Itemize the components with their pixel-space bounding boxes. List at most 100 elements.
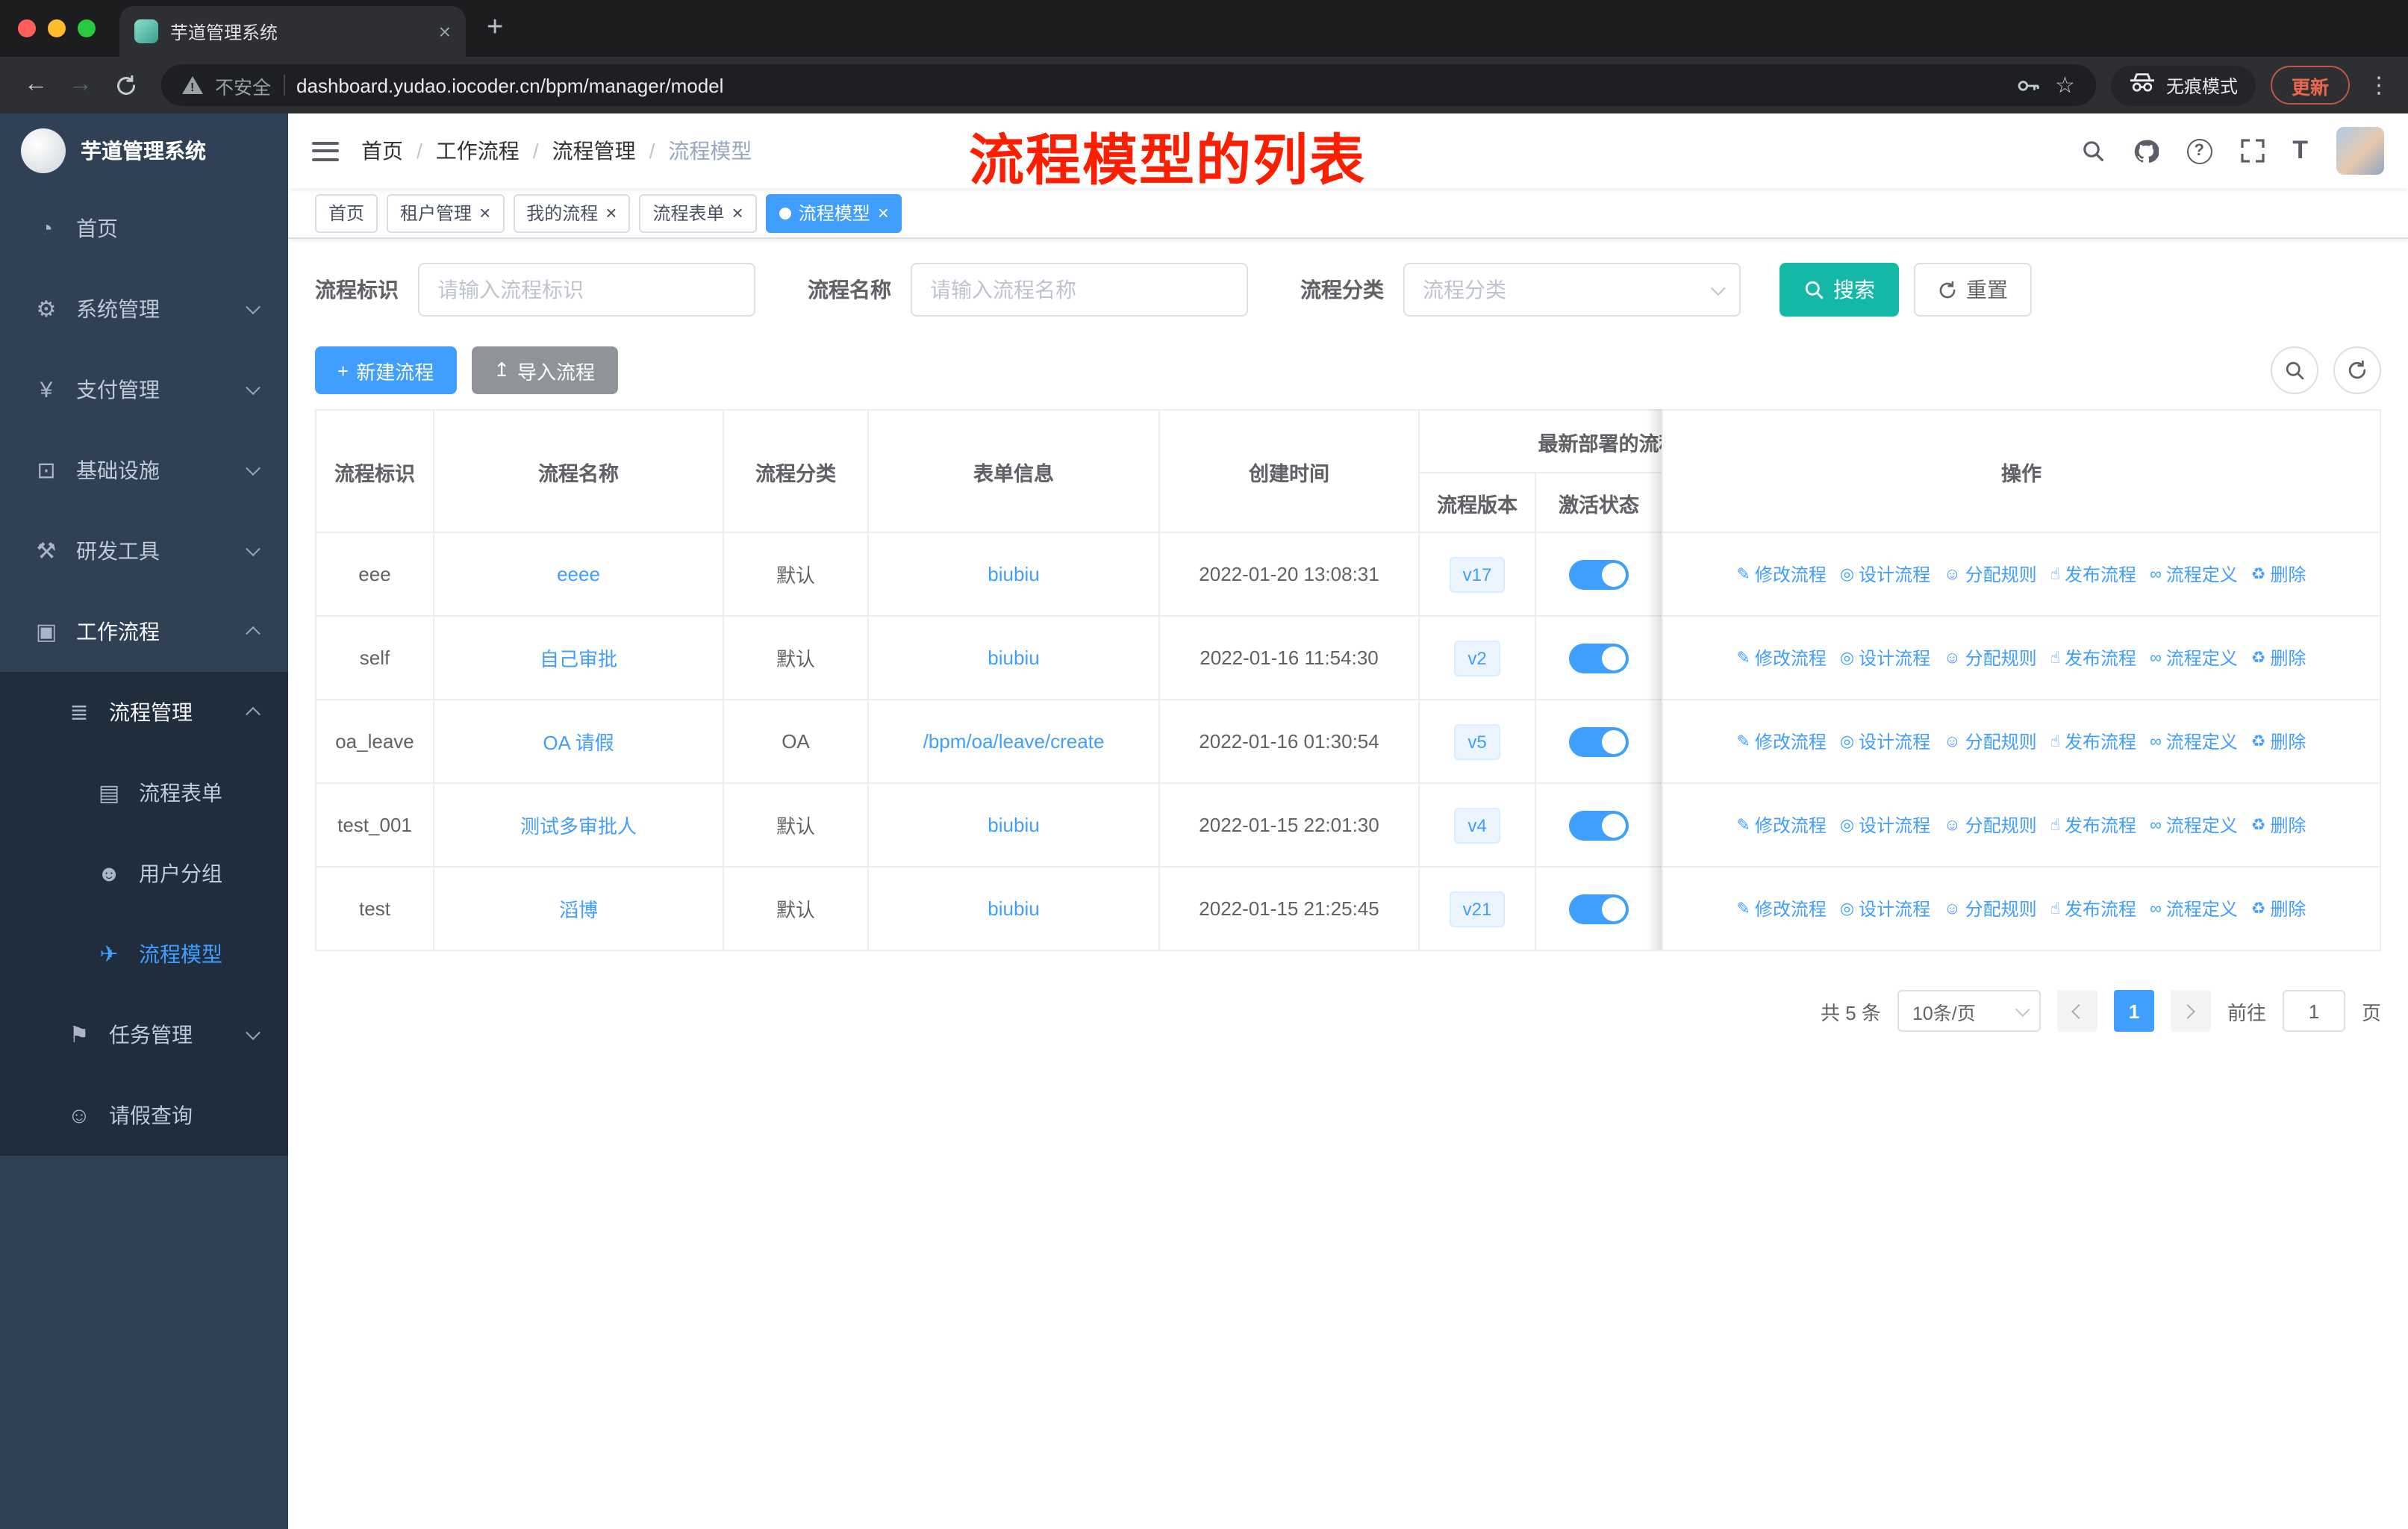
help-icon[interactable]: ? (2186, 138, 2212, 164)
form-link[interactable]: biubiu (988, 814, 1039, 836)
modify-process-link[interactable]: ✎ 修改流程 (1736, 645, 1826, 670)
design-process-link[interactable]: ◎ 设计流程 (1840, 729, 1930, 754)
form-link[interactable]: biubiu (988, 563, 1039, 585)
tag-close-icon[interactable]: × (878, 203, 889, 222)
new-tab-button[interactable]: + (487, 12, 503, 45)
update-button[interactable]: 更新 (2270, 66, 2350, 105)
assign-rule-link[interactable]: ☺ 分配规则 (1944, 812, 2037, 838)
sidebar-item-task-management[interactable]: ⚑ 任务管理 (0, 994, 288, 1075)
tag-流程表单[interactable]: 流程表单 × (639, 193, 757, 232)
breadcrumb-item[interactable]: 首页 (361, 136, 403, 166)
current-page[interactable]: 1 (2113, 990, 2154, 1032)
publish-process-link[interactable]: ☝ 发布流程 (2050, 896, 2136, 921)
process-definition-link[interactable]: ∞ 流程定义 (2150, 812, 2238, 838)
reset-button[interactable]: 重置 (1914, 263, 2032, 317)
github-icon[interactable] (2133, 138, 2159, 164)
close-window-button[interactable] (18, 19, 36, 37)
delete-link[interactable]: ♻ 删除 (2251, 812, 2306, 838)
active-toggle[interactable] (1569, 559, 1629, 589)
design-process-link[interactable]: ◎ 设计流程 (1840, 896, 1930, 921)
modify-process-link[interactable]: ✎ 修改流程 (1736, 729, 1826, 754)
search-icon[interactable] (2080, 139, 2104, 163)
modify-process-link[interactable]: ✎ 修改流程 (1736, 812, 1826, 838)
browser-tab[interactable]: 芋道管理系统 × (119, 6, 466, 57)
sidebar-item-process-management[interactable]: ≣ 流程管理 (0, 672, 288, 753)
assign-rule-link[interactable]: ☺ 分配规则 (1944, 896, 2037, 921)
fullscreen-icon[interactable] (2240, 139, 2264, 163)
sidebar-item-payment[interactable]: ¥ 支付管理 (0, 349, 288, 430)
process-name-link[interactable]: 滔博 (559, 899, 598, 921)
back-icon[interactable]: ← (15, 64, 57, 106)
font-size-icon[interactable]: T (2292, 136, 2308, 166)
design-process-link[interactable]: ◎ 设计流程 (1840, 561, 1930, 587)
breadcrumb-item[interactable]: 工作流程 (436, 136, 520, 166)
tab-close-icon[interactable]: × (439, 19, 451, 43)
modify-process-link[interactable]: ✎ 修改流程 (1736, 561, 1826, 587)
process-id-input[interactable] (418, 263, 755, 317)
assign-rule-link[interactable]: ☺ 分配规则 (1944, 561, 2037, 587)
create-process-button[interactable]: + 新建流程 (315, 346, 457, 394)
url-text[interactable]: dashboard.yudao.iocoder.cn/bpm/manager/m… (296, 74, 2003, 96)
assign-rule-link[interactable]: ☺ 分配规则 (1944, 645, 2037, 670)
tag-close-icon[interactable]: × (732, 203, 743, 222)
tag-租户管理[interactable]: 租户管理 × (387, 193, 505, 232)
sidebar-item-system[interactable]: ⚙ 系统管理 (0, 269, 288, 349)
tag-流程模型[interactable]: 流程模型 × (765, 193, 902, 232)
active-toggle[interactable] (1569, 726, 1629, 756)
process-name-link[interactable]: 自己审批 (540, 648, 617, 670)
fullscreen-window-button[interactable] (78, 19, 96, 37)
bookmark-star-icon[interactable]: ☆ (2055, 72, 2075, 99)
process-definition-link[interactable]: ∞ 流程定义 (2150, 896, 2238, 921)
sidebar-item-user-group[interactable]: ☻ 用户分组 (0, 833, 288, 914)
security-label[interactable]: 不安全 (215, 71, 271, 99)
process-name-input[interactable] (911, 263, 1248, 317)
form-link[interactable]: /bpm/oa/leave/create (923, 730, 1105, 753)
process-name-link[interactable]: OA 请假 (543, 732, 614, 754)
tag-我的流程[interactable]: 我的流程 × (513, 193, 631, 232)
refresh-button[interactable] (2333, 346, 2381, 394)
tag-首页[interactable]: 首页 (315, 193, 378, 232)
publish-process-link[interactable]: ☝ 发布流程 (2050, 729, 2136, 754)
hamburger-icon[interactable] (312, 141, 339, 161)
user-avatar[interactable] (2336, 127, 2384, 175)
sidebar-item-home[interactable]: ◔ 首页 (0, 188, 288, 269)
goto-page-input[interactable] (2282, 990, 2345, 1032)
publish-process-link[interactable]: ☝ 发布流程 (2050, 561, 2136, 587)
active-toggle[interactable] (1569, 810, 1629, 840)
assign-rule-link[interactable]: ☺ 分配规则 (1944, 729, 2037, 754)
form-link[interactable]: biubiu (988, 897, 1039, 920)
sidebar-item-workflow[interactable]: ▣ 工作流程 (0, 591, 288, 672)
sidebar-item-devtools[interactable]: ⚒ 研发工具 (0, 511, 288, 591)
active-toggle[interactable] (1569, 643, 1629, 673)
process-definition-link[interactable]: ∞ 流程定义 (2150, 645, 2238, 670)
process-name-link[interactable]: 测试多审批人 (520, 815, 637, 838)
active-toggle[interactable] (1569, 894, 1629, 924)
process-name-link[interactable]: eeee (557, 563, 600, 585)
sidebar-item-process-form[interactable]: ▤ 流程表单 (0, 753, 288, 833)
delete-link[interactable]: ♻ 删除 (2251, 645, 2306, 670)
prev-page-button[interactable] (2056, 990, 2097, 1032)
sidebar-item-infrastructure[interactable]: ⊡ 基础设施 (0, 430, 288, 511)
process-definition-link[interactable]: ∞ 流程定义 (2150, 729, 2238, 754)
delete-link[interactable]: ♻ 删除 (2251, 561, 2306, 587)
delete-link[interactable]: ♻ 删除 (2251, 896, 2306, 921)
sidebar-item-leave-query[interactable]: ☺ 请假查询 (0, 1075, 288, 1156)
import-process-button[interactable]: ↥ 导入流程 (471, 346, 618, 394)
key-icon[interactable] (2015, 72, 2040, 98)
next-page-button[interactable] (2170, 990, 2211, 1032)
delete-link[interactable]: ♻ 删除 (2251, 729, 2306, 754)
search-button[interactable]: 搜索 (1780, 263, 1899, 317)
process-definition-link[interactable]: ∞ 流程定义 (2150, 561, 2238, 587)
publish-process-link[interactable]: ☝ 发布流程 (2050, 645, 2136, 670)
breadcrumb-item[interactable]: 流程管理 (552, 136, 636, 166)
forward-icon[interactable]: → (60, 64, 102, 106)
page-size-select[interactable]: 10条/页 (1897, 990, 2041, 1032)
minimize-window-button[interactable] (48, 19, 66, 37)
design-process-link[interactable]: ◎ 设计流程 (1840, 812, 1930, 838)
toggle-search-button[interactable] (2271, 346, 2318, 394)
modify-process-link[interactable]: ✎ 修改流程 (1736, 896, 1826, 921)
sidebar-item-process-model[interactable]: ✈ 流程模型 (0, 914, 288, 994)
publish-process-link[interactable]: ☝ 发布流程 (2050, 812, 2136, 838)
process-category-select[interactable]: 流程分类 (1403, 263, 1741, 317)
tag-close-icon[interactable]: × (479, 203, 490, 222)
